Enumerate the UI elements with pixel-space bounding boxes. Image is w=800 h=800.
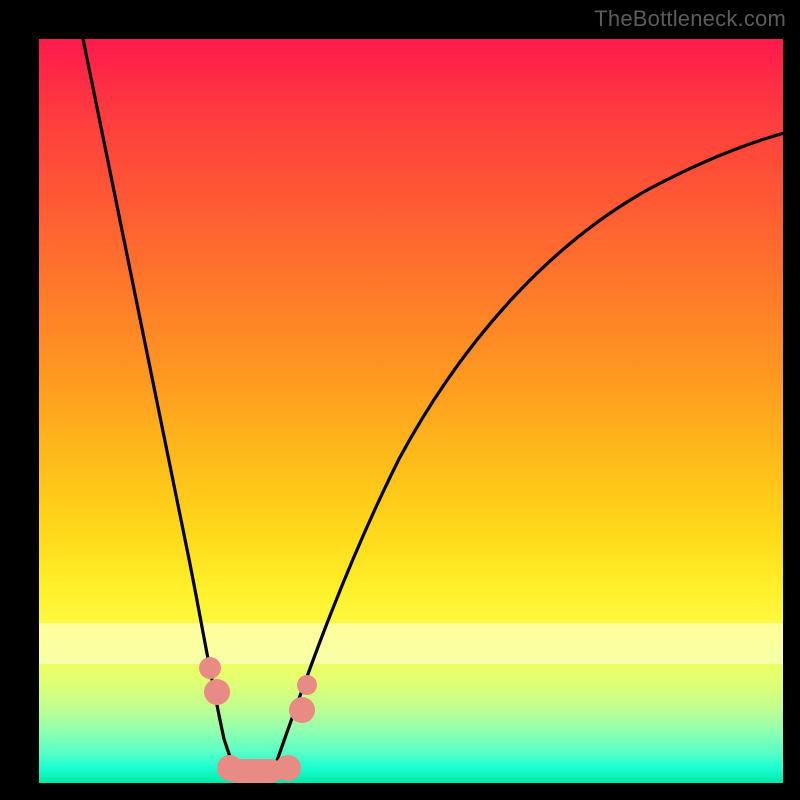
marker-dot (275, 755, 301, 781)
plot-area (39, 39, 783, 783)
marker-dot (199, 657, 221, 679)
marker-dot (204, 679, 230, 705)
marker-dot (217, 755, 243, 781)
chart-frame: TheBottleneck.com (0, 0, 800, 800)
marker-dot (297, 675, 317, 695)
bottleneck-curve (39, 39, 783, 783)
marker-dot (289, 697, 315, 723)
watermark-text: TheBottleneck.com (594, 6, 786, 32)
